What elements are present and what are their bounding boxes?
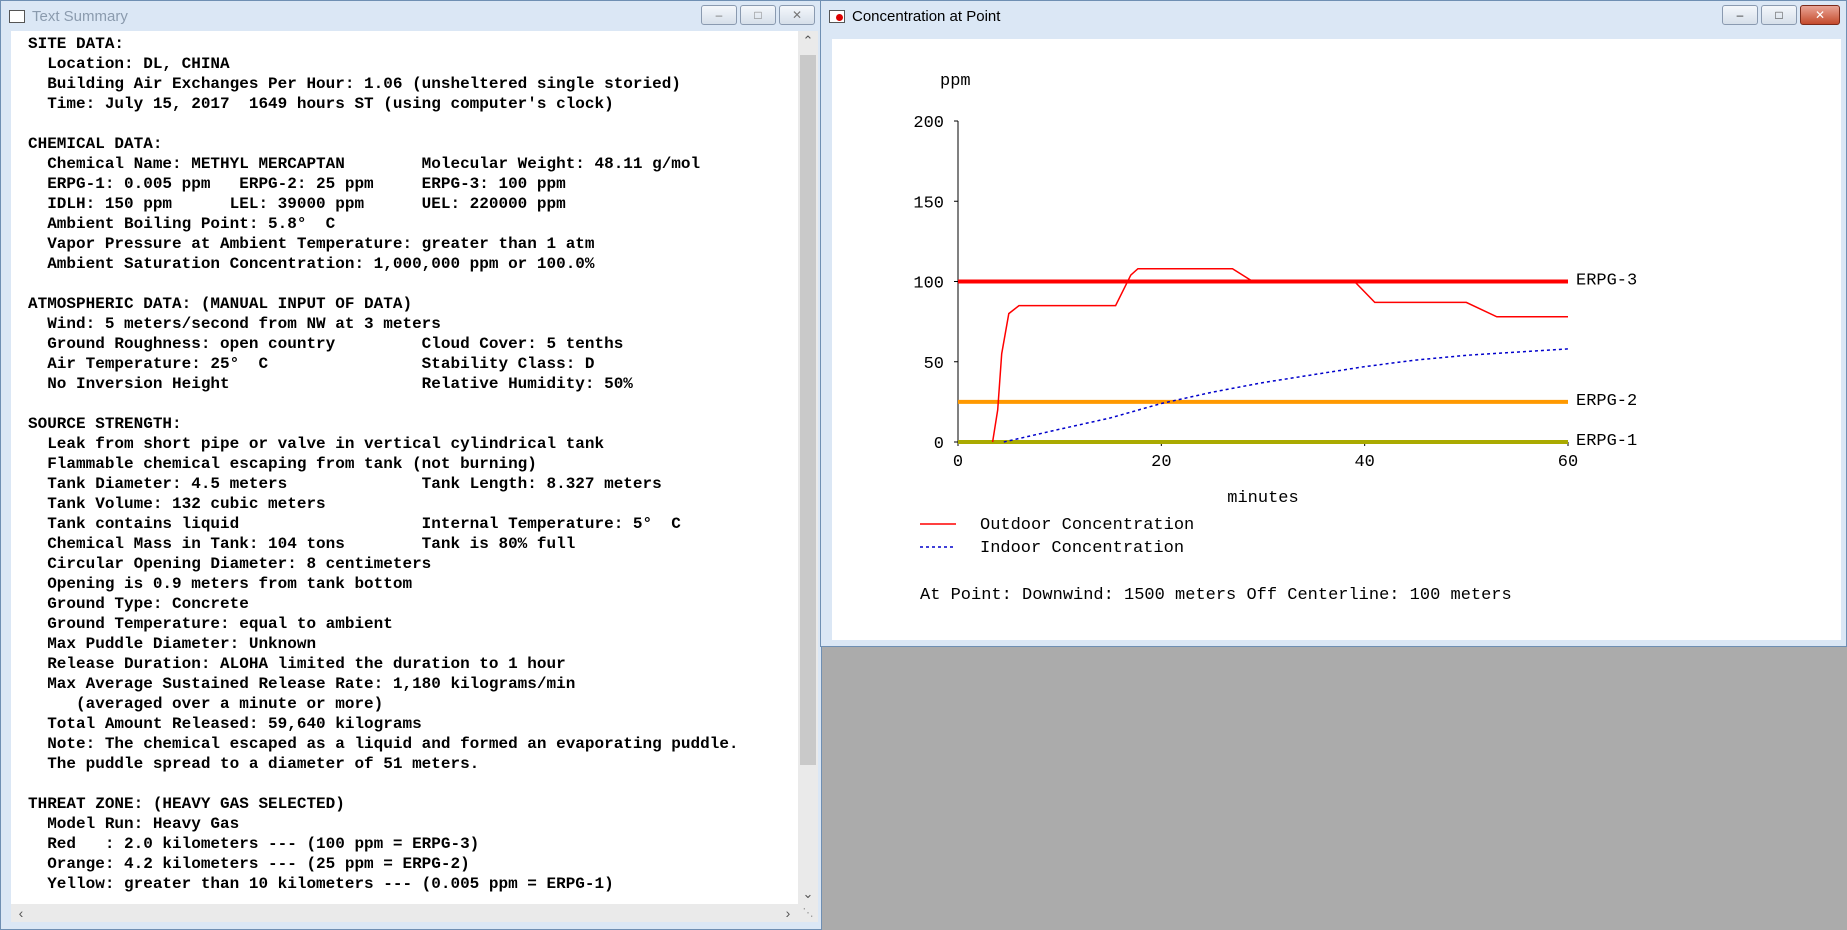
summary-line: Opening is 0.9 meters from tank bottom bbox=[28, 575, 413, 593]
summary-line: (averaged over a minute or more) bbox=[28, 695, 384, 713]
summary-line: Max Average Sustained Release Rate: 1,18… bbox=[28, 675, 576, 693]
summary-line: Total Amount Released: 59,640 kilograms bbox=[28, 715, 422, 733]
summary-line: Release Duration: ALOHA limited the dura… bbox=[28, 655, 566, 673]
maximize-button[interactable]: □ bbox=[740, 5, 776, 25]
summary-line: Air Temperature: 25° C Stability Class: … bbox=[28, 355, 595, 373]
summary-text-pane[interactable]: SITE DATA: Location: DL, CHINA Building … bbox=[11, 31, 798, 904]
y-tick-label: 0 bbox=[934, 435, 944, 454]
y-tick-label: 100 bbox=[913, 275, 944, 294]
summary-line: Chemical Name: METHYL MERCAPTAN Molecula… bbox=[28, 155, 701, 173]
summary-line: Wind: 5 meters/second from NW at 3 meter… bbox=[28, 315, 441, 333]
chart-footer: At Point: Downwind: 1500 meters Off Cent… bbox=[920, 586, 1512, 605]
text-document-icon bbox=[9, 9, 25, 23]
concentration-chart: ppm 0 50 100 150 200 0 20 40 60 minutes ERPG-3 ERPG-… bbox=[913, 72, 1637, 605]
summary-line: Max Puddle Diameter: Unknown bbox=[28, 635, 317, 653]
summary-line: Tank Volume: 132 cubic meters bbox=[28, 495, 326, 513]
summary-line: Orange: 4.2 kilometers --- (25 ppm = ERP… bbox=[28, 855, 470, 873]
summary-line: Ambient Boiling Point: 5.8° C bbox=[28, 215, 336, 233]
chart-pane: ppm 0 50 100 150 200 0 20 40 60 minutes ERPG-3 ERPG-… bbox=[832, 39, 1841, 640]
summary-line: No Inversion Height Relative Humidity: 5… bbox=[28, 375, 633, 393]
y-tick-label: 50 bbox=[924, 355, 944, 374]
threshold-label: ERPG-2 bbox=[1576, 392, 1637, 411]
summary-line: Red : 2.0 kilometers --- (100 ppm = ERPG… bbox=[28, 835, 480, 853]
vertical-scrollbar[interactable]: ⌃ ⌄ bbox=[798, 31, 818, 904]
x-axis-label: minutes bbox=[1227, 489, 1298, 508]
scroll-thumb[interactable] bbox=[800, 55, 816, 765]
close-button[interactable]: ✕ bbox=[1800, 5, 1840, 25]
concentration-window: Concentration at Point – □ ✕ ppm 0 50 100 15… bbox=[820, 0, 1847, 647]
summary-line: THREAT ZONE: (HEAVY GAS SELECTED) bbox=[28, 795, 345, 813]
summary-line: Model Run: Heavy Gas bbox=[28, 815, 240, 833]
summary-line: SITE DATA: bbox=[28, 35, 125, 53]
summary-line: ERPG-1: 0.005 ppm ERPG-2: 25 ppm ERPG-3:… bbox=[28, 175, 566, 193]
horizontal-scrollbar[interactable]: ‹ › bbox=[11, 904, 798, 922]
y-tick-label: 150 bbox=[913, 194, 944, 213]
scroll-left-icon[interactable]: ‹ bbox=[11, 904, 31, 922]
summary-line: The puddle spread to a diameter of 51 me… bbox=[28, 755, 480, 773]
maximize-button[interactable]: □ bbox=[1761, 5, 1797, 25]
summary-line: IDLH: 150 ppm LEL: 39000 ppm UEL: 220000… bbox=[28, 195, 566, 213]
summary-line: CHEMICAL DATA: bbox=[28, 135, 163, 153]
summary-line: Ground Type: Concrete bbox=[28, 595, 249, 613]
summary-line: ATMOSPHERIC DATA: (MANUAL INPUT OF DATA) bbox=[28, 295, 413, 313]
summary-line: Circular Opening Diameter: 8 centimeters bbox=[28, 555, 432, 573]
summary-line: Chemical Mass in Tank: 104 tons Tank is … bbox=[28, 535, 576, 553]
series-line-indoor bbox=[1003, 348, 1569, 443]
summary-line: Vapor Pressure at Ambient Temperature: g… bbox=[28, 235, 595, 253]
x-tick-label: 20 bbox=[1151, 453, 1171, 472]
summary-line: Yellow: greater than 10 kilometers --- (… bbox=[28, 875, 614, 893]
x-tick-label: 0 bbox=[953, 453, 963, 472]
minimize-button[interactable]: – bbox=[701, 5, 737, 25]
concentration-titlebar[interactable]: Concentration at Point – □ ✕ bbox=[821, 1, 1846, 31]
summary-line: Ground Roughness: open country Cloud Cov… bbox=[28, 335, 624, 353]
window-title: Text Summary bbox=[32, 7, 128, 25]
legend-label: Outdoor Concentration bbox=[980, 516, 1194, 535]
summary-line: SOURCE STRENGTH: bbox=[28, 415, 182, 433]
summary-line: Flammable chemical escaping from tank (n… bbox=[28, 455, 537, 473]
text-summary-titlebar[interactable]: Text Summary – □ ✕ bbox=[1, 1, 821, 31]
summary-line: Note: The chemical escaped as a liquid a… bbox=[28, 735, 739, 753]
summary-line: Location: DL, CHINA bbox=[28, 55, 230, 73]
summary-line: Tank contains liquid Internal Temperatur… bbox=[28, 515, 681, 533]
scroll-down-icon[interactable]: ⌄ bbox=[798, 884, 818, 904]
series-line-outdoor bbox=[991, 267, 1568, 443]
y-tick-label: 200 bbox=[913, 114, 944, 133]
resize-grip-icon[interactable]: ⋱ bbox=[798, 904, 818, 922]
summary-line: Ambient Saturation Concentration: 1,000,… bbox=[28, 255, 595, 273]
minimize-button[interactable]: – bbox=[1722, 5, 1758, 25]
threshold-label: ERPG-1 bbox=[1576, 432, 1637, 451]
summary-line: Time: July 15, 2017 1649 hours ST (using… bbox=[28, 95, 614, 113]
chart-app-icon bbox=[829, 9, 845, 23]
text-summary-window: Text Summary – □ ✕ SITE DATA: Location: … bbox=[0, 0, 822, 930]
y-axis-label: ppm bbox=[940, 72, 971, 91]
close-button[interactable]: ✕ bbox=[779, 5, 815, 25]
window-title: Concentration at Point bbox=[852, 7, 1001, 25]
summary-text: SITE DATA: Location: DL, CHINA Building … bbox=[11, 31, 798, 894]
scroll-up-icon[interactable]: ⌃ bbox=[798, 31, 818, 51]
summary-line: Tank Diameter: 4.5 meters Tank Length: 8… bbox=[28, 475, 662, 493]
summary-line: Building Air Exchanges Per Hour: 1.06 (u… bbox=[28, 75, 681, 93]
x-tick-label: 60 bbox=[1558, 453, 1578, 472]
summary-line: Ground Temperature: equal to ambient bbox=[28, 615, 393, 633]
scroll-right-icon[interactable]: › bbox=[778, 904, 798, 922]
summary-line: Leak from short pipe or valve in vertica… bbox=[28, 435, 605, 453]
x-tick-label: 40 bbox=[1354, 453, 1374, 472]
threshold-label: ERPG-3 bbox=[1576, 272, 1637, 291]
legend-label: Indoor Concentration bbox=[980, 539, 1184, 558]
